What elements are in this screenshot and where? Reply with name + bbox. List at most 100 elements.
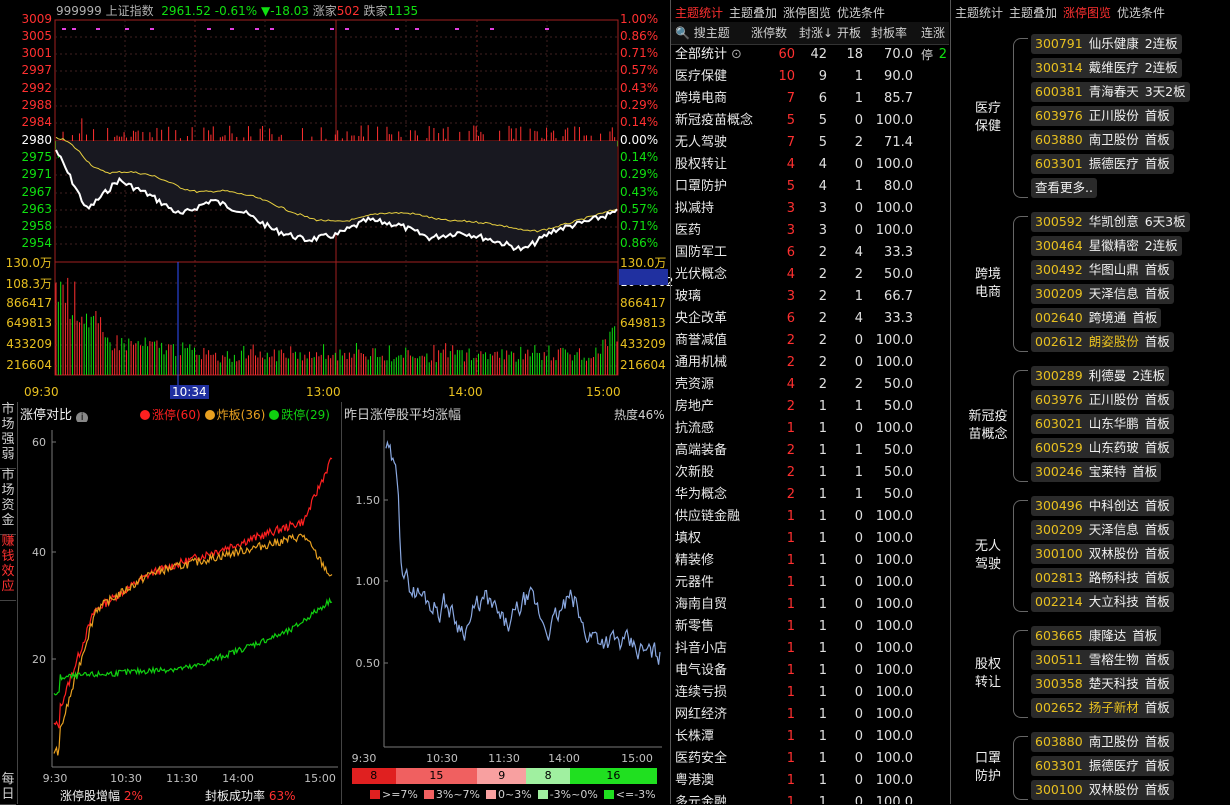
stock-chip[interactable]: 300464 星徽精密 2连板 <box>1031 236 1182 256</box>
table-row[interactable]: 长株潭 1 1 0 100.0 <box>671 726 949 748</box>
stock-chip[interactable]: 300209 天泽信息 首板 <box>1031 520 1174 540</box>
stock-chip[interactable]: 300100 双林股份 首板 <box>1031 780 1174 800</box>
overview-tab[interactable]: 优选条件 <box>1117 6 1165 20</box>
table-row[interactable]: 海南自贸 1 1 0 100.0 <box>671 594 949 616</box>
table-row[interactable]: 元器件 1 1 0 100.0 <box>671 572 949 594</box>
theme-tab[interactable]: 涨停图览 <box>783 6 831 20</box>
table-row[interactable]: 供应链金融 1 1 0 100.0 <box>671 506 949 528</box>
limit-up-count: 1 <box>786 707 795 722</box>
table-row[interactable]: 抖音小店 1 1 0 100.0 <box>671 638 949 660</box>
stock-chip[interactable]: 002640 跨境通 首板 <box>1031 308 1162 328</box>
stock-chip[interactable]: 600381 青海春天 3天2板 <box>1031 82 1190 102</box>
stock-chip[interactable]: 603665 康隆达 首板 <box>1031 626 1162 646</box>
table-row[interactable]: 口罩防护 5 4 1 80.0 <box>671 176 949 198</box>
legend-dot <box>269 410 280 420</box>
theme-tab[interactable]: 优选条件 <box>837 6 885 20</box>
stock-chip[interactable]: 300492 华图山鼎 首板 <box>1031 260 1174 280</box>
table-row[interactable]: 新零售 1 1 0 100.0 <box>671 616 949 638</box>
table-row[interactable]: 粤港澳 1 1 0 100.0 <box>671 770 949 792</box>
table-row[interactable]: 壳资源 4 2 2 50.0 <box>671 374 949 396</box>
stock-chip[interactable]: 300209 天泽信息 首板 <box>1031 284 1174 304</box>
distribution-segment: 15 <box>395 768 478 784</box>
price-tick: 2988 <box>21 98 52 112</box>
stock-chip[interactable]: 300314 戴维医疗 2连板 <box>1031 58 1182 78</box>
stock-name: 双林股份 <box>1088 546 1139 561</box>
stock-chip[interactable]: 300592 华凯创意 6天3板 <box>1031 212 1190 232</box>
side-tab[interactable]: 市场资金 <box>0 468 16 535</box>
stock-chip[interactable]: 300100 双林股份 首板 <box>1031 544 1174 564</box>
stock-chip[interactable]: 603880 南卫股份 首板 <box>1031 130 1174 150</box>
table-row[interactable]: 高端装备 2 1 1 50.0 <box>671 440 949 462</box>
overview-tab[interactable]: 主题叠加 <box>1009 6 1057 20</box>
stock-code: 300592 <box>1035 214 1083 229</box>
stock-chip[interactable]: 603976 正川股份 首板 <box>1031 106 1174 126</box>
seal-rate: 100.0 <box>875 575 913 590</box>
stock-chip[interactable]: 002813 路畅科技 首板 <box>1031 568 1174 588</box>
col-seal-rate[interactable]: 封板率 <box>871 22 907 44</box>
table-row[interactable]: 央企改革 6 2 4 33.3 <box>671 308 949 330</box>
stock-code: 300209 <box>1035 522 1083 537</box>
search-theme[interactable]: 🔍 搜主题 <box>675 22 730 44</box>
side-tab[interactable]: 每日 <box>0 772 16 805</box>
stock-chip[interactable]: 603880 南卫股份 首板 <box>1031 732 1174 752</box>
pct-tick: 0.43% <box>620 81 659 95</box>
overview-tab[interactable]: 主题统计 <box>955 6 1003 20</box>
table-row[interactable]: 光伏概念 4 2 2 50.0 <box>671 264 949 286</box>
seal-rate: 100.0 <box>875 641 913 656</box>
table-row[interactable]: 次新股 2 1 1 50.0 <box>671 462 949 484</box>
table-row[interactable]: 无人驾驶 7 5 2 71.4 <box>671 132 949 154</box>
table-row[interactable]: 新冠疫苗概念 5 5 0 100.0 <box>671 110 949 132</box>
stock-chip[interactable]: 300246 宝莱特 首板 <box>1031 462 1162 482</box>
stock-chip[interactable]: 300791 仙乐健康 2连板 <box>1031 34 1182 54</box>
stock-chip[interactable]: 603021 山东华鹏 首板 <box>1031 414 1174 434</box>
table-row[interactable]: 填权 1 1 0 100.0 <box>671 528 949 550</box>
side-tab[interactable]: 市场强弱 <box>0 402 16 469</box>
target-icon[interactable]: ⊙ <box>731 44 742 66</box>
stock-chip[interactable]: 002612 朗姿股份 首板 <box>1031 332 1174 352</box>
table-row[interactable]: 拟减持 3 3 0 100.0 <box>671 198 949 220</box>
table-row[interactable]: 跨境电商 7 6 1 85.7 <box>671 88 949 110</box>
table-row[interactable]: 通用机械 2 2 0 100.0 <box>671 352 949 374</box>
limit-up-count: 1 <box>786 773 795 788</box>
table-row[interactable]: 医药 3 3 0 100.0 <box>671 220 949 242</box>
stock-chip[interactable]: 600529 山东药玻 首板 <box>1031 438 1174 458</box>
stock-chip[interactable]: 002652 扬子新材 首板 <box>1031 698 1174 718</box>
table-row[interactable]: 华为概念 2 1 1 50.0 <box>671 484 949 506</box>
see-more-button[interactable]: 查看更多.. <box>1031 178 1097 198</box>
table-row[interactable]: 连续亏损 1 1 0 100.0 <box>671 682 949 704</box>
col-limit-up[interactable]: 涨停数 <box>751 22 787 44</box>
col-open[interactable]: 开板 <box>837 22 861 44</box>
stock-chip[interactable]: 300511 雪榕生物 首板 <box>1031 650 1174 670</box>
stock-chip[interactable]: 300289 利德曼 2连板 <box>1031 366 1170 386</box>
col-sealed[interactable]: 封涨↓ <box>799 22 833 44</box>
table-row[interactable]: 精装修 1 1 0 100.0 <box>671 550 949 572</box>
group-bracket <box>1013 38 1028 198</box>
limit-up-count: 2 <box>786 487 795 502</box>
table-row[interactable]: 股权转让 4 4 0 100.0 <box>671 154 949 176</box>
stock-chip[interactable]: 300496 中科创达 首板 <box>1031 496 1174 516</box>
stock-name: 南卫股份 <box>1088 734 1139 749</box>
table-row[interactable]: 抗流感 1 1 0 100.0 <box>671 418 949 440</box>
stock-chip[interactable]: 603301 振德医疗 首板 <box>1031 154 1174 174</box>
stock-chip[interactable]: 002214 大立科技 首板 <box>1031 592 1174 612</box>
table-row[interactable]: 多元金融 1 1 0 100.0 <box>671 792 949 804</box>
table-row[interactable]: 房地产 2 1 1 50.0 <box>671 396 949 418</box>
table-row[interactable]: 商誉减值 2 2 0 100.0 <box>671 330 949 352</box>
table-row[interactable]: 网红经济 1 1 0 100.0 <box>671 704 949 726</box>
table-row[interactable]: 国防军工 6 2 4 33.3 <box>671 242 949 264</box>
theme-tab[interactable]: 主题叠加 <box>729 6 777 20</box>
table-row[interactable]: 玻璃 3 2 1 66.7 <box>671 286 949 308</box>
stock-code: 300492 <box>1035 262 1083 277</box>
table-row[interactable]: 医药安全 1 1 0 100.0 <box>671 748 949 770</box>
table-row[interactable]: 医疗保健 10 9 1 90.0 <box>671 66 949 88</box>
theme-tab[interactable]: 主题统计 <box>675 6 723 20</box>
stock-chip[interactable]: 603301 振德医疗 首板 <box>1031 756 1174 776</box>
table-row[interactable]: 全部统计 ⊙ 60 42 18 70.0 2 <box>671 44 949 66</box>
stock-chip[interactable]: 300358 楚天科技 首板 <box>1031 674 1174 694</box>
stock-tag: 2连板 <box>1144 36 1178 51</box>
overview-tab[interactable]: 涨停图览 <box>1063 6 1111 20</box>
stock-chip[interactable]: 603976 正川股份 首板 <box>1031 390 1174 410</box>
table-row[interactable]: 电气设备 1 1 0 100.0 <box>671 660 949 682</box>
side-tab[interactable]: 赚钱效应 <box>0 534 16 601</box>
intraday-chart-panel[interactable]: 999999 上证指数 2961.52 -0.61% ▼-18.03 涨家502… <box>0 0 673 400</box>
